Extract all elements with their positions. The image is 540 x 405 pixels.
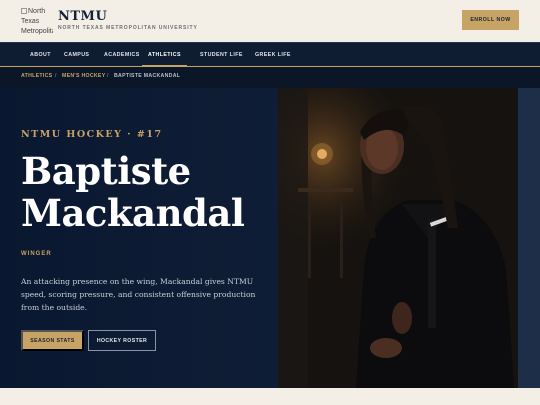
player-position: WINGER [21, 251, 52, 257]
player-last-name: Mackandal [21, 191, 245, 235]
breadcrumb-separator: / [107, 73, 109, 79]
breadcrumb-mens-hockey[interactable]: MEN'S HOCKEY [62, 73, 105, 79]
nav-item-athletics[interactable]: ATHLETICS [142, 43, 187, 67]
breadcrumb-athletics[interactable]: ATHLETICS [21, 73, 52, 79]
season-stats-button[interactable]: SEASON STATS [21, 330, 84, 351]
nav-item-greek-life[interactable]: GREEK LIFE [255, 43, 291, 67]
site-header: North Texas Metropolitan NTMU NORTH TEXA… [0, 0, 540, 42]
player-name: Baptiste Mackandal [21, 149, 245, 235]
player-eyebrow: NTMU HOCKEY · #17 [21, 129, 163, 140]
brand-subtitle: NORTH TEXAS METROPOLITAN UNIVERSITY [58, 25, 198, 31]
university-logo[interactable]: North Texas Metropolitan [21, 7, 53, 37]
main-nav: ABOUT CAMPUS ACADEMICS ATHLETICS STUDENT… [0, 42, 540, 67]
hockey-roster-button[interactable]: HOCKEY ROSTER [88, 330, 156, 351]
enroll-now-button[interactable]: ENROLL NOW [462, 10, 519, 30]
nav-item-student-life[interactable]: STUDENT LIFE [200, 43, 243, 67]
player-hero: NTMU HOCKEY · #17 Baptiste Mackandal WIN… [0, 88, 540, 388]
player-description: An attacking presence on the wing, Macka… [21, 277, 256, 312]
nav-item-academics[interactable]: ACADEMICS [104, 43, 140, 67]
brand-name[interactable]: NTMU [58, 9, 107, 24]
player-first-name: Baptiste [21, 149, 191, 193]
nav-item-campus[interactable]: CAMPUS [64, 43, 89, 67]
player-photo [278, 88, 540, 388]
broken-image-icon [21, 8, 27, 14]
page-bottom [0, 388, 540, 405]
breadcrumb-separator: / [55, 73, 57, 79]
breadcrumb: ATHLETICS / MEN'S HOCKEY / BAPTISTE MACK… [0, 66, 540, 88]
breadcrumb-current: BAPTISTE MACKANDAL [114, 73, 181, 79]
nav-item-about[interactable]: ABOUT [30, 43, 51, 67]
